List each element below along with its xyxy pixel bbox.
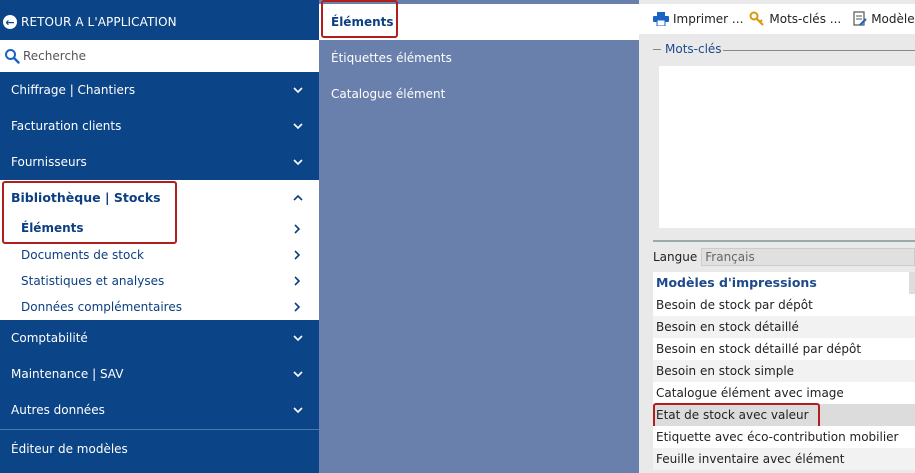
legend-dash: [653, 48, 661, 50]
sub-item-donnees-complementaires[interactable]: Données complémentaires: [21, 300, 182, 314]
sub-item-documents-stock[interactable]: Documents de stock: [21, 248, 144, 262]
submenu-panel: Éléments Étiquettes éléments Catalogue é…: [319, 0, 639, 473]
nav-item-comptabilite[interactable]: Comptabilité: [0, 320, 319, 356]
keywords-legend[interactable]: Mots-clés: [653, 42, 722, 56]
printer-icon: [653, 12, 669, 26]
list-item[interactable]: Besoin de stock par dépôt: [653, 294, 915, 316]
search-icon: [5, 49, 20, 64]
column-resize-handle[interactable]: [909, 272, 915, 294]
arrow-left-icon: ←: [3, 15, 17, 29]
keywords-button[interactable]: Mots-clés ...: [749, 11, 841, 27]
list-item[interactable]: Catalogue élément avec image: [653, 382, 915, 404]
list-item[interactable]: Besoin en stock simple: [653, 360, 915, 382]
left-navigation: ← RETOUR A L'APPLICATION Recherche Chiff…: [0, 0, 319, 473]
document-edit-icon: [853, 11, 867, 26]
chevron-right-icon: [294, 276, 301, 286]
nav-item-label: Fournisseurs: [11, 155, 87, 169]
chevron-down-icon: [293, 371, 303, 378]
chevron-right-icon: [294, 250, 301, 260]
search-placeholder: Recherche: [23, 49, 87, 63]
list-item[interactable]: Besoin en stock détaillé: [653, 316, 915, 338]
back-label: RETOUR A L'APPLICATION: [21, 15, 177, 29]
nav-item-facturation[interactable]: Facturation clients: [0, 108, 319, 144]
nav-item-chiffrage[interactable]: Chiffrage | Chantiers: [0, 72, 319, 108]
list-item[interactable]: Besoin en stock détaillé par dépôt: [653, 338, 915, 360]
nav-item-maintenance[interactable]: Maintenance | SAV: [0, 356, 319, 392]
submenu-item-elements[interactable]: Éléments: [319, 0, 639, 40]
highlight-box: [321, 0, 398, 38]
chevron-up-icon[interactable]: [293, 193, 303, 203]
nav-item-label: Comptabilité: [11, 331, 88, 345]
chevron-down-icon: [293, 123, 303, 130]
print-panel: Imprimer ... Mots-clés ... Modèle p Mots…: [639, 0, 915, 473]
toolbar: Imprimer ... Mots-clés ... Modèle p: [639, 4, 915, 34]
model-label: Modèle p: [871, 12, 915, 26]
key-icon: [749, 11, 765, 26]
chevron-down-icon: [293, 87, 303, 94]
language-select[interactable]: Français: [701, 248, 915, 266]
chevron-right-icon: [294, 302, 301, 312]
nav-item-label: Éditeur de modèles: [11, 441, 128, 456]
keywords-label: Mots-clés ...: [769, 12, 842, 26]
submenu-item-etiquettes[interactable]: Étiquettes éléments: [331, 51, 452, 65]
chevron-down-icon: [293, 407, 303, 414]
print-button[interactable]: Imprimer ...: [653, 12, 743, 26]
panel-divider[interactable]: [653, 240, 915, 242]
legend-line: [723, 50, 915, 51]
print-models-list: Modèles d'impressions Besoin de stock pa…: [653, 272, 915, 470]
highlight-box: [2, 181, 177, 244]
model-button[interactable]: Modèle p: [853, 11, 915, 27]
keywords-legend-label: Mots-clés: [665, 42, 722, 56]
nav-item-autres-donnees[interactable]: Autres données: [0, 392, 319, 428]
nav-item-label: Facturation clients: [11, 119, 122, 133]
print-models-title: Modèles d'impressions: [656, 275, 817, 290]
nav-item-fournisseurs[interactable]: Fournisseurs: [0, 144, 319, 180]
print-models-header: Modèles d'impressions: [653, 272, 915, 294]
back-to-application-button[interactable]: ← RETOUR A L'APPLICATION: [0, 4, 319, 40]
keywords-fieldset: Mots-clés: [653, 42, 915, 228]
chevron-right-icon: [294, 224, 301, 234]
language-label: Langue: [653, 250, 698, 264]
language-row: Langue Français: [653, 248, 915, 266]
nav-item-label: Chiffrage | Chantiers: [11, 83, 136, 97]
submenu-item-catalogue[interactable]: Catalogue élément: [331, 87, 445, 101]
list-item[interactable]: Feuille inventaire avec élément: [653, 448, 915, 470]
nav-item-label: Maintenance | SAV: [11, 367, 124, 381]
sub-item-statistiques[interactable]: Statistiques et analyses: [21, 274, 164, 288]
print-label: Imprimer ...: [673, 12, 744, 26]
list-item-selected[interactable]: Etat de stock avec valeur: [653, 403, 915, 430]
library-stocks-section: Bibliothèque | Stocks Éléments Documents…: [0, 180, 319, 320]
nav-item-label: Autres données: [11, 403, 105, 417]
chevron-down-icon: [293, 159, 303, 166]
keywords-box[interactable]: [659, 66, 915, 228]
list-item[interactable]: Etiquette avec éco-contribution mobilier: [653, 426, 915, 448]
search-input[interactable]: Recherche: [0, 40, 319, 72]
chevron-down-icon: [293, 335, 303, 342]
nav-item-editeur-modeles[interactable]: Éditeur de modèles: [0, 429, 319, 467]
